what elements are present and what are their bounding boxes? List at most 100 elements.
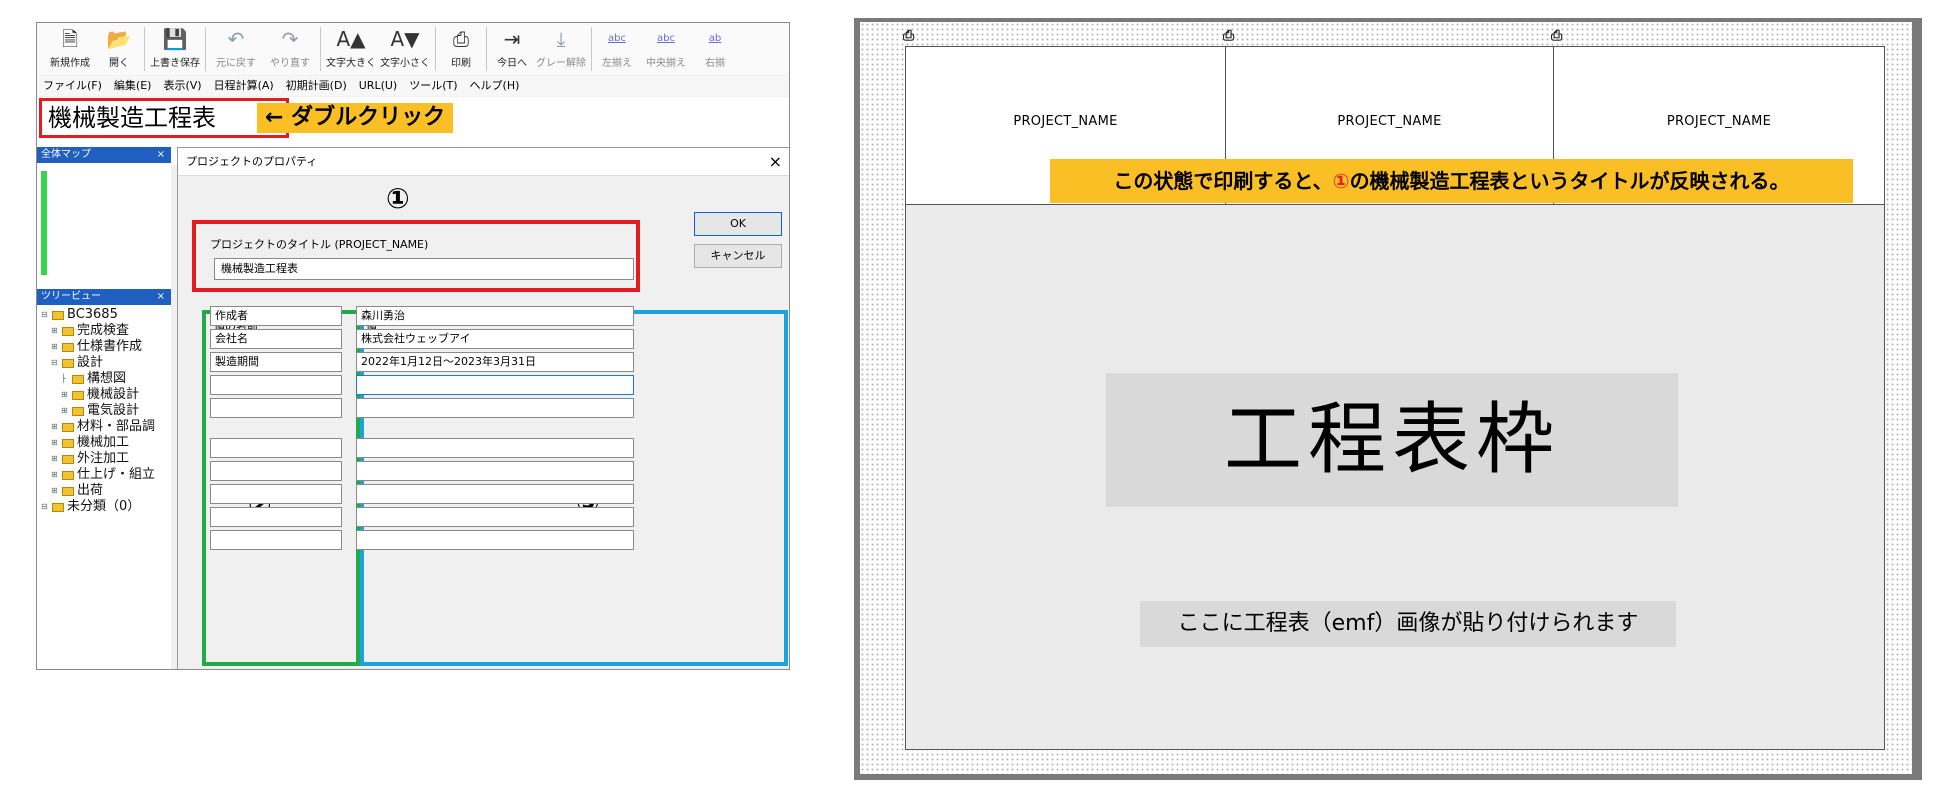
- schedule-form-frame: PROJECT_NAME PROJECT_NAME PROJECT_NAME こ…: [905, 46, 1885, 750]
- toolbar-label: 新規作成: [50, 58, 90, 69]
- value-text-input[interactable]: [356, 375, 634, 395]
- value-name-input[interactable]: [210, 438, 342, 458]
- toolbar-label: 文字小さく: [380, 58, 430, 69]
- title-field-group: プロジェクトのタイトル (PROJECT_NAME) 機械製造工程表: [192, 220, 640, 292]
- value-name-input[interactable]: 作成者: [210, 306, 342, 326]
- menu-item[interactable]: 編集(E): [114, 76, 152, 96]
- expander-icon[interactable]: ├: [61, 371, 70, 387]
- font-larger-button[interactable]: A▲ 文字大きく: [324, 23, 378, 73]
- expander-icon[interactable]: ⊞: [51, 483, 60, 499]
- emf-placeholder-note: ここに工程表（emf）画像が貼り付けられます: [1140, 601, 1676, 647]
- toolbar-separator: [320, 27, 321, 71]
- folder-icon: [62, 422, 74, 432]
- font-smaller-button[interactable]: A▼ 文字小さく: [378, 23, 432, 73]
- font-larger-icon: A▲: [336, 27, 366, 51]
- value-text-input[interactable]: [356, 530, 634, 550]
- tree-node[interactable]: ⊞ 仕様書作成: [37, 339, 171, 355]
- gray-release-button[interactable]: ⤓ グレー解除: [534, 23, 588, 73]
- tree-node[interactable]: ⊞ 仕上げ・組立: [37, 467, 171, 483]
- value-name-input[interactable]: [210, 461, 342, 481]
- undo-button[interactable]: ↶ 元に戻す: [209, 23, 263, 73]
- tree-node[interactable]: ⊞ 完成検査: [37, 323, 171, 339]
- chart-title[interactable]: 機械製造工程表: [39, 98, 289, 138]
- value-text-input[interactable]: [356, 438, 634, 458]
- new-doc-button[interactable]: 🗎 新規作成: [43, 23, 97, 73]
- value-text-input[interactable]: [356, 461, 634, 481]
- expander-icon[interactable]: ⊞: [61, 403, 70, 419]
- value-name-input[interactable]: [210, 484, 342, 504]
- tree-node-label: 構想図: [87, 371, 127, 386]
- tree-node[interactable]: ⊞ 外注加工: [37, 451, 171, 467]
- expander-icon[interactable]: ⊞: [51, 451, 60, 467]
- folder-icon: [52, 502, 64, 512]
- tree-node-label: 材料・部品調: [77, 419, 156, 434]
- menu-bar: ファイル(F) 編集(E) 表示(V) 日程計算(A) 初期計画(D) URL(U) ツール…: [37, 76, 789, 96]
- expander-icon[interactable]: ⊟: [41, 307, 50, 323]
- expander-icon[interactable]: ⊞: [51, 419, 60, 435]
- menu-item[interactable]: ファイル(F): [43, 76, 102, 96]
- align-right-button[interactable]: ab 右揃: [693, 23, 737, 73]
- tree-node[interactable]: ⊞ 出荷: [37, 483, 171, 499]
- close-icon[interactable]: ×: [769, 148, 782, 176]
- expander-icon[interactable]: ⊞: [51, 435, 60, 451]
- tree-panel-title: ツリービュー: [41, 291, 101, 302]
- redo-button[interactable]: ↷ やり直す: [263, 23, 317, 73]
- ok-button[interactable]: OK: [694, 212, 782, 236]
- cancel-button[interactable]: キャンセル: [694, 244, 782, 268]
- font-smaller-icon: A▼: [390, 27, 420, 51]
- menu-item[interactable]: 初期計画(D): [286, 76, 347, 96]
- tree-node[interactable]: ⊞ 材料・部品調: [37, 419, 171, 435]
- close-icon[interactable]: ×: [157, 147, 165, 163]
- value-text-input[interactable]: [356, 507, 634, 527]
- value-name-input[interactable]: 会社名: [210, 329, 342, 349]
- print-button[interactable]: ⎙ 印刷: [439, 23, 483, 73]
- expander-icon[interactable]: ⊟: [51, 355, 60, 371]
- new-doc-icon: 🗎: [61, 27, 79, 51]
- tree-node[interactable]: ├ 構想図: [37, 371, 171, 387]
- save-button[interactable]: 💾 上書き保存: [148, 23, 202, 73]
- tree-node[interactable]: ⊞ 電気設計: [37, 403, 171, 419]
- project-title-input[interactable]: 機械製造工程表: [214, 258, 634, 280]
- tree-node-label: 外注加工: [77, 451, 130, 466]
- print-marker-icon: ⎙: [903, 28, 915, 44]
- align-center-button[interactable]: abc 中央揃え: [639, 23, 693, 73]
- tree-node[interactable]: ⊟ BC3685: [37, 307, 171, 323]
- value-name-input[interactable]: [210, 507, 342, 527]
- expander-icon[interactable]: ⊞: [51, 339, 60, 355]
- tree-node[interactable]: ⊞ 機械加工: [37, 435, 171, 451]
- value-name-input[interactable]: [210, 375, 342, 395]
- tree-view: ⊟ BC3685 ⊞ 完成検査 ⊞ 仕様書作成 ⊟ 設計 ├ 構想図 ⊞ 機械設計 ⊞ 電気設計 ⊞ 材料・部…: [37, 305, 171, 515]
- notice-suffix: の機械製造工程表というタイトルが反映される。: [1349, 169, 1790, 193]
- value-text-input[interactable]: 株式会社ウェッブアイ: [356, 329, 634, 349]
- expander-icon[interactable]: ⊞: [51, 323, 60, 339]
- expander-icon[interactable]: ⊟: [41, 499, 50, 515]
- value-name-input[interactable]: [210, 398, 342, 418]
- expander-icon[interactable]: ⊞: [61, 387, 70, 403]
- align-left-button[interactable]: abc 左揃え: [595, 23, 639, 73]
- expander-icon[interactable]: ⊞: [51, 467, 60, 483]
- menu-item[interactable]: ヘルプ(H): [470, 76, 520, 96]
- tree-node[interactable]: ⊞ 機械設計: [37, 387, 171, 403]
- value-name-input[interactable]: [210, 530, 342, 550]
- menu-item[interactable]: URL(U): [359, 76, 397, 96]
- title-field-label: プロジェクトのタイトル (PROJECT_NAME): [210, 238, 429, 251]
- toolbar-label: 左揃え: [602, 58, 632, 69]
- tree-node[interactable]: ⊟ 設計: [37, 355, 171, 371]
- menu-item[interactable]: 日程計算(A): [214, 76, 274, 96]
- value-text-input[interactable]: 森川勇治: [356, 306, 634, 326]
- folder-icon: [62, 438, 74, 448]
- value-name-input[interactable]: 製造期間: [210, 352, 342, 372]
- value-text-input[interactable]: [356, 484, 634, 504]
- menu-item[interactable]: ツール(T): [409, 76, 457, 96]
- close-icon[interactable]: ×: [157, 289, 165, 305]
- folder-icon: [52, 310, 64, 320]
- tree-node[interactable]: ⊟ 未分類（0）: [37, 499, 171, 515]
- menu-item[interactable]: 表示(V): [163, 76, 201, 96]
- value-text-input[interactable]: [356, 398, 634, 418]
- align-left-icon: abc: [608, 33, 626, 44]
- open-folder-button[interactable]: 📂 開く: [97, 23, 141, 73]
- value-text-input[interactable]: 2022年1月12日～2023年3月31日: [356, 352, 634, 372]
- today-button[interactable]: ⇥ 今日へ: [490, 23, 534, 73]
- tree-panel-header: ツリービュー ×: [37, 289, 171, 305]
- overview-map[interactable]: [37, 163, 171, 283]
